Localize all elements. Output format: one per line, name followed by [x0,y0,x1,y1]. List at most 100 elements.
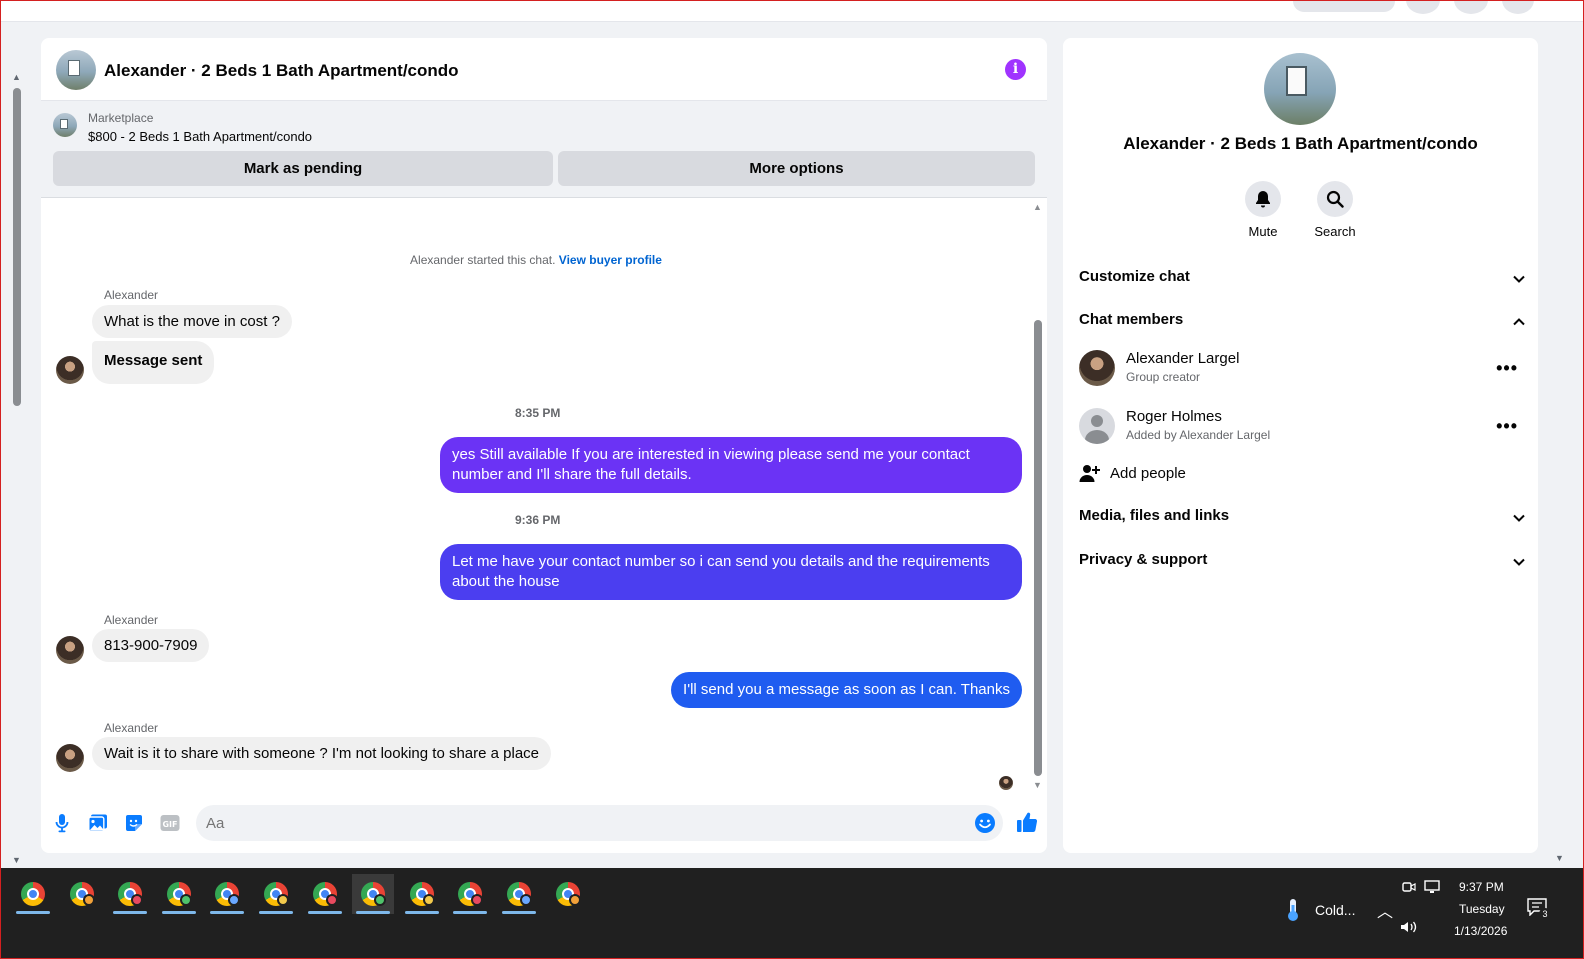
running-indicator [307,911,342,914]
outgoing-message[interactable]: I'll send you a message as soon as I can… [671,672,1022,708]
scroll-down-arrow-icon[interactable]: ▼ [1033,780,1042,790]
chat-members-section[interactable]: Chat members [1079,311,1526,341]
more-options-button[interactable]: More options [558,151,1035,186]
taskbar-chrome-window[interactable] [401,874,443,914]
taskbar-chrome-window[interactable] [304,874,346,914]
clock-time[interactable]: 9:37 PM [1459,880,1504,894]
member-row[interactable]: Alexander Largel Group creator ••• [1079,346,1526,394]
message-timestamp: 8:35 PM [515,406,561,420]
sender-avatar[interactable] [56,636,84,664]
taskbar-chrome-window[interactable] [547,874,589,914]
taskbar-chrome-window[interactable] [449,874,491,914]
privacy-support-label: Privacy & support [1079,551,1208,568]
chat-scrollbar[interactable]: ▲ ▼ [1031,200,1045,792]
sticker-icon[interactable] [123,812,145,834]
listing-profile-photo[interactable] [1264,53,1336,125]
side-panel-title: Alexander · 2 Beds 1 Bath Apartment/cond… [1123,134,1478,153]
member-row[interactable]: Roger Holmes Added by Alexander Largel •… [1079,404,1526,452]
listing-price-title[interactable]: $800 - 2 Beds 1 Bath Apartment/condo [88,129,312,144]
message-input[interactable] [206,813,966,833]
taskbar-chrome-window[interactable] [109,874,151,914]
bell-icon[interactable] [1245,181,1281,217]
scroll-up-arrow-icon[interactable]: ▲ [12,72,21,82]
scroll-down-arrow-icon[interactable]: ▼ [1555,853,1564,863]
search-action[interactable]: Search [1305,181,1365,239]
chat-header: Alexander · 2 Beds 1 Bath Apartment/cond… [41,38,1047,101]
taskbar-chrome-window[interactable] [206,874,248,914]
page-scrollbar-left[interactable]: ▲ ▼ [9,70,25,865]
notifications-button[interactable] [1454,0,1488,14]
listing-small-thumbnail[interactable] [53,113,77,137]
incoming-message[interactable]: 813-900-7909 [92,629,210,662]
profile-badge-icon [325,894,338,906]
add-people-label: Add people [1110,465,1186,482]
more-options-icon[interactable]: ••• [1496,358,1518,379]
taskbar-chrome-window[interactable] [61,874,103,914]
chat-members-label: Chat members [1079,311,1184,328]
scroll-down-arrow-icon[interactable]: ▼ [12,855,21,865]
taskbar-chrome-window[interactable] [12,874,54,914]
weather-widget[interactable]: Cold... [1283,898,1363,922]
page-scrollbar-right[interactable]: ▼ [1553,20,1567,865]
marketplace-label: Marketplace [88,111,154,125]
thumbs-up-icon[interactable] [1015,810,1039,834]
notification-center[interactable]: 3 [1527,898,1551,922]
clock-date[interactable]: 1/13/2026 [1454,924,1507,938]
message-sent-bubble[interactable]: Message sent [92,341,215,384]
profile-badge-icon [520,894,532,906]
sender-name: Alexander [104,288,159,302]
clock-day[interactable]: Tuesday [1459,902,1505,916]
taskbar-chrome-window[interactable] [158,874,200,914]
outgoing-message[interactable]: yes Still available If you are intereste… [440,437,1022,493]
taskbar-chrome-window[interactable] [255,874,297,914]
chevron-down-icon [1513,275,1525,283]
running-indicator [404,911,439,914]
microphone-icon[interactable] [51,812,73,834]
running-indicator [161,911,196,914]
info-icon[interactable]: i [1005,59,1026,80]
chat-scrollbar-thumb[interactable] [1034,320,1042,776]
mute-action[interactable]: Mute [1233,181,1293,239]
customize-chat-section[interactable]: Customize chat [1079,268,1526,298]
network-icon[interactable] [1424,880,1440,894]
media-files-links-section[interactable]: Media, files and links [1079,507,1526,537]
search-label: Search [1314,224,1356,239]
message-list: Alexander started this chat. View buyer … [41,198,1047,793]
mark-as-pending-button[interactable]: Mark as pending [53,151,553,186]
emoji-icon[interactable] [974,812,996,834]
menu-button[interactable] [1406,0,1440,14]
taskbar-chrome-window[interactable] [352,874,395,914]
sender-avatar[interactable] [56,356,84,384]
photo-icon[interactable] [87,812,109,834]
read-receipt-avatar [999,776,1013,790]
incoming-message[interactable]: What is the move in cost ? [92,305,292,338]
show-hidden-icons-chevron-icon[interactable]: ︿ [1377,898,1393,922]
incoming-message[interactable]: Wait is it to share with someone ? I'm n… [92,737,552,770]
view-buyer-profile-link[interactable]: View buyer profile [559,253,662,267]
profile-badge-icon [568,894,581,906]
volume-icon[interactable] [1400,920,1418,934]
more-options-icon[interactable]: ••• [1496,416,1518,437]
account-avatar[interactable] [1502,0,1534,14]
chat-start-note: Alexander started this chat. View buyer … [41,253,1031,267]
scrollbar-thumb[interactable] [13,88,21,406]
member-name: Roger Holmes [1126,408,1222,425]
member-avatar[interactable] [1079,408,1115,444]
add-people-row[interactable]: Add people [1079,463,1526,493]
privacy-support-section[interactable]: Privacy & support [1079,551,1526,581]
scroll-up-arrow-icon[interactable]: ▲ [1033,202,1042,212]
running-indicator [210,911,245,914]
gif-icon[interactable]: GIF [159,812,181,834]
search-box[interactable] [1293,0,1395,12]
member-avatar[interactable] [1079,350,1115,386]
listing-thumbnail[interactable] [56,50,96,90]
running-indicator [259,911,293,914]
search-icon[interactable] [1317,181,1353,217]
customize-chat-label: Customize chat [1079,268,1190,285]
meet-now-icon[interactable] [1402,880,1416,894]
sender-avatar[interactable] [56,744,84,772]
taskbar-chrome-window[interactable] [498,874,540,914]
message-input-wrapper[interactable] [196,805,1003,841]
outgoing-message[interactable]: Let me have your contact number so i can… [440,544,1022,600]
chat-title[interactable]: Alexander · 2 Beds 1 Bath Apartment/cond… [104,61,459,81]
